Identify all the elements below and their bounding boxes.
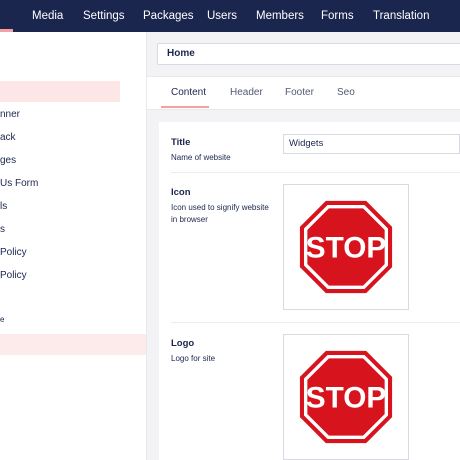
title-description: Name of website: [171, 153, 231, 162]
nav-item-settings[interactable]: Settings: [83, 0, 125, 32]
tab-footer[interactable]: Footer: [285, 77, 314, 109]
selected-tree-item[interactable]: [0, 81, 120, 102]
icon-description: Icon used to signify website in browser: [171, 203, 269, 224]
tab-seo[interactable]: Seo: [337, 77, 355, 109]
icon-image-picker[interactable]: STOP: [283, 184, 409, 310]
stop-sign-icon: STOP: [299, 200, 393, 294]
logo-description: Logo for site: [171, 354, 216, 363]
top-navigation: Media Settings Packages Users Members Fo…: [0, 0, 460, 32]
tree-item-banner[interactable]: nner: [0, 109, 20, 120]
active-tab-indicator: [161, 106, 209, 108]
logo-image-picker[interactable]: STOP: [283, 334, 409, 460]
content-editor: Home Content Header Footer Seo Title Nam…: [147, 32, 460, 460]
property-divider: [171, 172, 460, 173]
tree-item-pages[interactable]: ges: [0, 155, 16, 166]
tree-item-s[interactable]: s: [0, 224, 5, 235]
tree-item-partial[interactable]: e: [0, 315, 4, 324]
tree-item-cookie-policy[interactable]: Policy: [0, 270, 27, 281]
nav-item-forms[interactable]: Forms: [321, 0, 354, 32]
nav-item-media[interactable]: Media: [32, 0, 63, 32]
nav-item-members[interactable]: Members: [256, 0, 304, 32]
content-tree-sidebar: nner ack ges Us Form ls s Policy Policy …: [0, 32, 147, 460]
properties-panel: Title Name of website Widgets Icon Icon …: [159, 122, 460, 460]
node-name: Home: [167, 48, 195, 59]
tree-item-contact-us-form[interactable]: Us Form: [0, 178, 38, 189]
property-divider: [171, 322, 460, 323]
tree-item-privacy-policy[interactable]: Policy: [0, 247, 27, 258]
title-input[interactable]: Widgets: [283, 134, 460, 154]
tab-header[interactable]: Header: [230, 77, 263, 109]
stop-sign-icon: STOP: [299, 350, 393, 444]
tree-item-back[interactable]: ack: [0, 132, 16, 143]
node-name-field[interactable]: Home: [157, 43, 460, 65]
stop-sign-text: STOP: [306, 382, 386, 415]
nav-item-packages[interactable]: Packages: [143, 0, 194, 32]
tree-item-hover-highlight[interactable]: [0, 334, 146, 355]
nav-item-users[interactable]: Users: [207, 0, 237, 32]
tab-content[interactable]: Content: [171, 77, 206, 109]
tree-item-ls[interactable]: ls: [0, 201, 7, 212]
icon-label: Icon: [171, 187, 191, 198]
property-tabs: Content Header Footer Seo: [147, 76, 460, 110]
title-label: Title: [171, 137, 191, 148]
logo-label: Logo: [171, 338, 195, 349]
stop-sign-text: STOP: [306, 232, 386, 265]
nav-item-translation[interactable]: Translation: [373, 0, 429, 32]
